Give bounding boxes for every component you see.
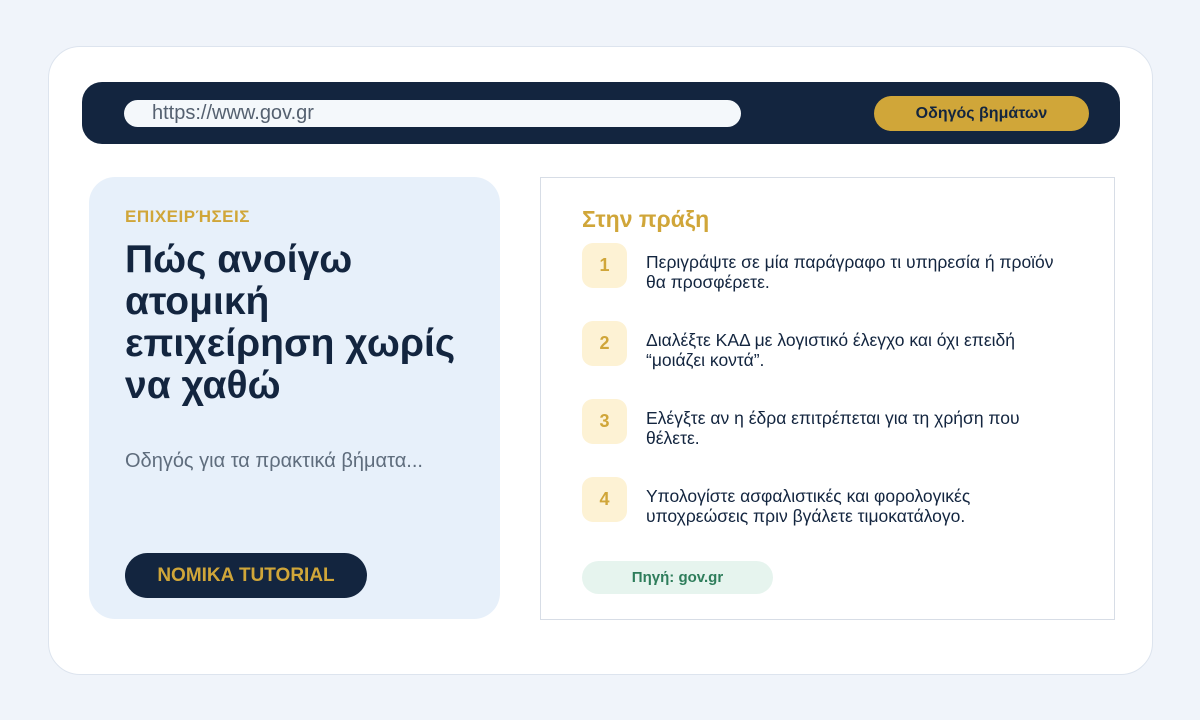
step-item: 4 Υπολογίστε ασφαλιστικές και φορολογικέ… xyxy=(582,477,1082,526)
step-item: 3 Ελέγξτε αν η έδρα επιτρέπεται για τη χ… xyxy=(582,399,1082,448)
step-item: 1 Περιγράψτε σε μία παράγραφο τι υπηρεσί… xyxy=(582,243,1082,292)
step-item: 2 Διαλέξτε ΚΑΔ με λογιστικό έλεγχο και ό… xyxy=(582,321,1082,370)
steps-heading: Στην πράξη xyxy=(582,206,710,232)
step-text: Υπολογίστε ασφαλιστικές και φορολογικές … xyxy=(646,486,971,526)
step-number-badge: 1 xyxy=(582,243,627,288)
step-text: Περιγράψτε σε μία παράγραφο τι υπηρεσία … xyxy=(646,252,1054,292)
step-text: Ελέγξτε αν η έδρα επιτρέπεται για τη χρή… xyxy=(646,408,1020,448)
hero-card: ΕΠΙΧΕΙΡΉΣΕΙΣ Πώς ανοίγω ατομική επιχείρη… xyxy=(89,177,500,619)
steps-panel: Στην πράξη 1 Περιγράψτε σε μία παράγραφο… xyxy=(540,177,1115,620)
source-badge: Πηγή: gov.gr xyxy=(582,561,773,594)
tutorial-button[interactable]: NOMIKA TUTORIAL xyxy=(125,553,367,598)
step-number-badge: 2 xyxy=(582,321,627,366)
guide-steps-button[interactable]: Οδηγός βημάτων xyxy=(874,96,1089,131)
page-subtitle: Οδηγός για τα πρακτικά βήματα... xyxy=(125,450,423,472)
page-title: Πώς ανοίγω ατομική επιχείρηση χωρίς να χ… xyxy=(125,238,456,407)
category-label: ΕΠΙΧΕΙΡΉΣΕΙΣ xyxy=(125,207,250,226)
browser-window: https://www.gov.gr Οδηγός βημάτων ΕΠΙΧΕΙ… xyxy=(48,46,1153,675)
step-number-badge: 4 xyxy=(582,477,627,522)
step-number-badge: 3 xyxy=(582,399,627,444)
step-text: Διαλέξτε ΚΑΔ με λογιστικό έλεγχο και όχι… xyxy=(646,330,1015,370)
address-bar[interactable]: https://www.gov.gr xyxy=(124,100,741,127)
browser-toolbar: https://www.gov.gr Οδηγός βημάτων xyxy=(82,82,1120,144)
